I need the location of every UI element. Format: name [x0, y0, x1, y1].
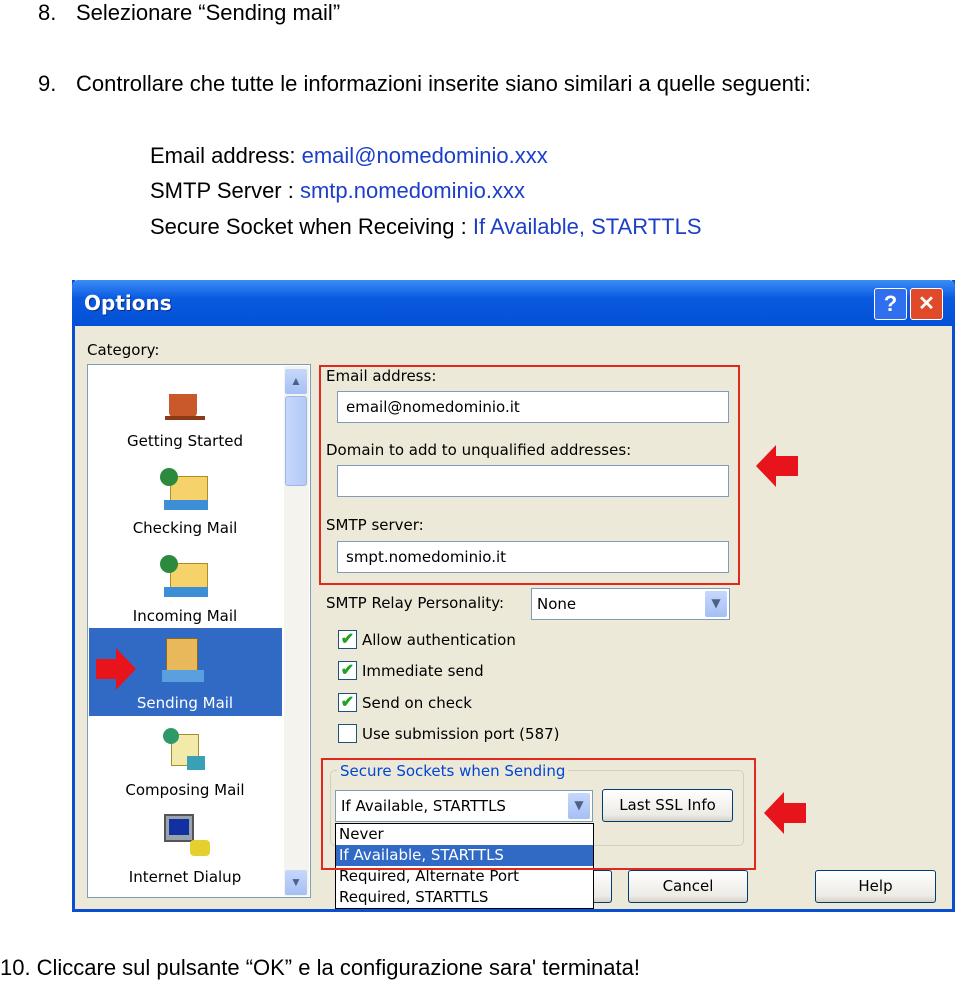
relay-value: None — [537, 595, 577, 613]
relay-personality-select[interactable]: None ▼ — [531, 588, 730, 620]
close-button[interactable]: ✕ — [910, 288, 943, 320]
help-button[interactable]: Help — [815, 870, 936, 903]
question-icon: ? — [883, 291, 898, 316]
expected-smtp: SMTP Server : smtp.nomedominio.xxx — [150, 178, 525, 204]
submission-port-label: Use submission port (587) — [362, 725, 560, 743]
category-item-checking-mail[interactable]: Checking Mail — [90, 519, 280, 537]
annotation-box-server — [319, 365, 740, 585]
expected-value: smtp.nomedominio.xxx — [299, 178, 525, 203]
close-icon: ✕ — [918, 293, 935, 315]
help-title-button[interactable]: ? — [874, 288, 907, 320]
coffee-cup-icon — [165, 384, 205, 422]
category-item-incoming-mail[interactable]: Incoming Mail — [90, 607, 280, 625]
step-9: 9. Controllare che tutte le informazioni … — [38, 71, 811, 97]
step-text: Controllare che tutte le informazioni in… — [76, 71, 811, 96]
red-arrow-left-icon — [756, 445, 798, 487]
allow-auth-checkbox[interactable]: ✔ — [338, 630, 357, 649]
expected-value: If Available, STARTTLS — [472, 214, 702, 239]
chevron-down-icon[interactable]: ▼ — [705, 591, 727, 617]
red-arrow-right-icon — [96, 648, 136, 690]
computer-phone-icon — [160, 814, 212, 862]
red-arrow-left-icon — [764, 792, 806, 834]
cancel-button[interactable]: Cancel — [628, 870, 748, 903]
allow-auth-label: Allow authentication — [362, 631, 516, 649]
immediate-send-label: Immediate send — [362, 662, 484, 680]
mail-send-icon — [162, 638, 206, 684]
step-number: 10. — [0, 955, 31, 980]
compose-icon — [163, 728, 207, 772]
submission-port-checkbox[interactable] — [338, 724, 357, 743]
ssl-option-required-starttls[interactable]: Required, STARTTLS — [336, 887, 593, 908]
mail-download-icon — [160, 468, 210, 512]
expected-ssl: Secure Socket when Receiving : If Availa… — [150, 214, 702, 240]
annotation-box-ssl — [321, 758, 756, 870]
dialog-title: Options — [84, 291, 172, 315]
expected-email: Email address: email@nomedominio.xxx — [150, 143, 548, 169]
category-item-getting-started[interactable]: Getting Started — [90, 432, 280, 450]
send-on-check-checkbox[interactable]: ✔ — [338, 693, 357, 712]
mail-download-icon — [160, 555, 210, 599]
step-8: 8. Selezionare “Sending mail” — [38, 0, 340, 26]
expected-label: Secure Socket when Receiving : — [150, 214, 473, 239]
step-number: 8. — [38, 0, 57, 25]
step-number: 9. — [38, 71, 57, 96]
scroll-thumb[interactable] — [285, 396, 307, 486]
expected-value: email@nomedominio.xxx — [301, 143, 548, 168]
send-on-check-label: Send on check — [362, 694, 472, 712]
expected-label: SMTP Server : — [150, 178, 300, 203]
title-bar[interactable]: Options ? ✕ — [72, 280, 955, 326]
scroll-up-button[interactable]: ▲ — [285, 369, 307, 394]
step-10: 10. Cliccare sul pulsante “OK” e la confi… — [0, 955, 640, 981]
category-item-composing-mail[interactable]: Composing Mail — [90, 781, 280, 799]
relay-personality-label: SMTP Relay Personality: — [326, 594, 505, 612]
category-item-internet-dialup[interactable]: Internet Dialup — [90, 868, 280, 886]
scroll-down-button[interactable]: ▼ — [285, 870, 307, 895]
step-text: Selezionare “Sending mail” — [76, 0, 341, 25]
category-label: Category: — [87, 341, 160, 359]
step-text: Cliccare sul pulsante “OK” e la configur… — [36, 955, 640, 980]
category-item-sending-mail[interactable]: Sending Mail — [90, 694, 280, 712]
expected-label: Email address: — [150, 143, 302, 168]
immediate-send-checkbox[interactable]: ✔ — [338, 661, 357, 680]
